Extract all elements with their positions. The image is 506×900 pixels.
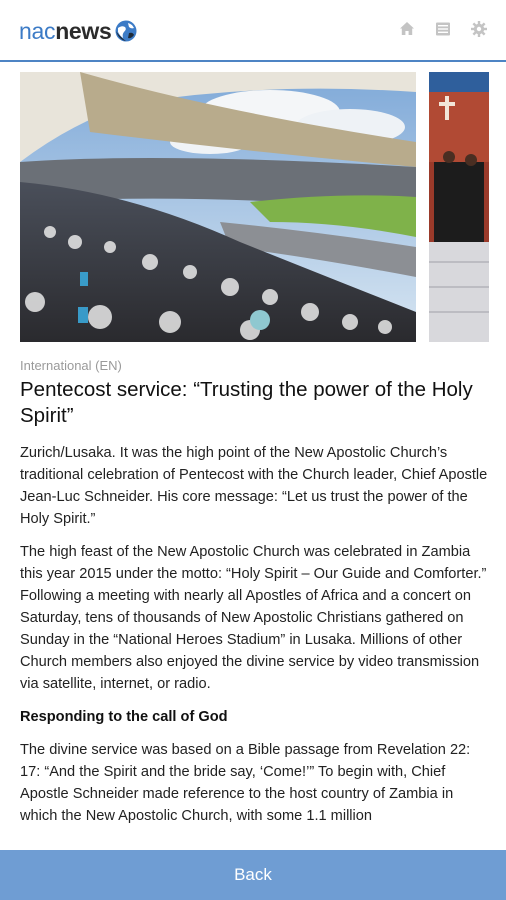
article-paragraph: The divine service was based on a Bible … — [20, 742, 471, 824]
top-bar: nac news — [0, 0, 506, 62]
logo-nac-text: nac — [19, 17, 56, 44]
home-icon[interactable] — [398, 20, 416, 38]
ceremony-photo — [429, 72, 489, 342]
image-carousel[interactable] — [20, 72, 506, 342]
globe-icon — [115, 20, 137, 42]
back-button[interactable]: Back — [0, 850, 506, 900]
logo-news-text: news — [55, 17, 112, 44]
stadium-photo — [20, 72, 416, 342]
article: International (EN) Pentecost service: “T… — [20, 358, 488, 838]
article-subheading: Responding to the call of God — [20, 709, 228, 725]
list-icon[interactable] — [434, 20, 452, 38]
back-button-label: Back — [234, 865, 272, 884]
toolbar-icons — [398, 20, 488, 38]
gear-icon[interactable] — [470, 20, 488, 38]
article-category: International (EN) — [20, 358, 122, 373]
nacnews-logo[interactable]: nac news — [19, 17, 138, 45]
article-paragraph: The high feast of the New Apostolic Chur… — [20, 544, 487, 692]
article-title: Pentecost service: “Trusting the power o… — [20, 378, 473, 427]
article-paragraph: Zurich/Lusaka. It was the high point of … — [20, 445, 488, 527]
